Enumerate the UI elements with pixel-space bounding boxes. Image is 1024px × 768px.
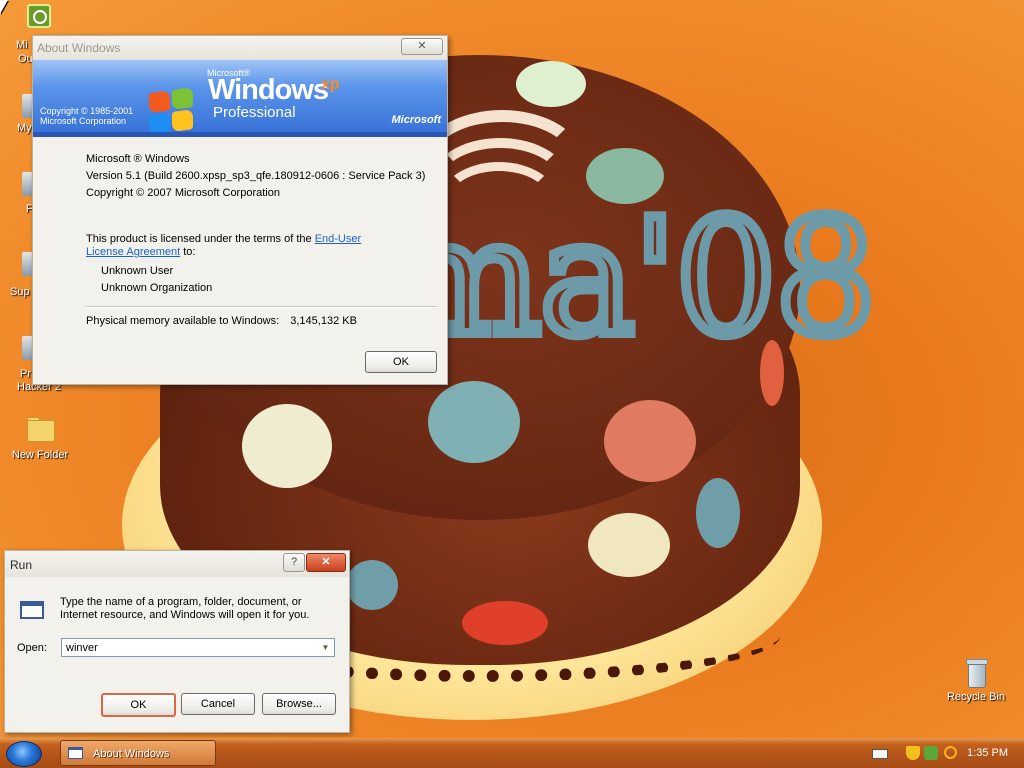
keyboard-icon[interactable] <box>872 749 888 759</box>
open-combobox[interactable]: winver ▼ <box>61 638 335 657</box>
banner-xp-wordmark: xp <box>321 76 340 93</box>
recycle-bin-icon <box>960 656 992 688</box>
messenger-icon[interactable] <box>27 4 51 28</box>
licensed-user: Unknown User <box>101 265 174 277</box>
divider <box>85 306 437 308</box>
eula-link[interactable]: End-User <box>315 233 361 245</box>
cake-dot <box>346 560 398 610</box>
window-title: Run <box>10 558 33 572</box>
banner-edition: Professional <box>213 104 296 121</box>
licensed-organization: Unknown Organization <box>101 282 213 294</box>
microsoft-logo: Microsoft <box>391 114 442 126</box>
help-button[interactable]: ? <box>283 553 305 572</box>
banner-copyright: Copyright © 1985-2001 Microsoft Corporat… <box>40 106 134 126</box>
cake-dot <box>604 400 696 482</box>
ok-button[interactable]: OK <box>365 351 437 373</box>
taskbar-button-about-windows[interactable]: About Windows <box>60 740 216 766</box>
network-icon[interactable] <box>924 746 938 760</box>
windows-flag-logo <box>149 87 195 137</box>
desktop-icon-label-partial[interactable]: Pr <box>20 368 31 380</box>
license-text: This product is licensed under the terms… <box>86 233 362 258</box>
banner-windows-wordmark: Windows <box>208 74 329 106</box>
close-button[interactable]: ✕ <box>306 553 346 572</box>
product-name: Microsoft ® Windows <box>86 153 190 165</box>
run-description: Type the name of a program, folder, docu… <box>60 596 310 621</box>
title-bar[interactable]: About Windows ✕ <box>33 36 447 60</box>
system-tray: 1:35 PM <box>860 740 1024 766</box>
shield-icon[interactable] <box>906 746 920 760</box>
cake-dot <box>462 601 548 645</box>
version-text: Version 5.1 (Build 2600.xpsp_sp3_qfe.180… <box>86 170 426 182</box>
eula-link[interactable]: License Agreement <box>86 246 180 258</box>
cake-piped-text: ma'08 <box>385 184 882 371</box>
cancel-button[interactable]: Cancel <box>181 693 255 715</box>
memory-value: 3,145,132 KB <box>290 315 357 327</box>
clock[interactable]: 1:35 PM <box>967 747 1008 759</box>
close-button[interactable]: ✕ <box>401 38 443 55</box>
open-input-value[interactable]: winver <box>66 642 98 654</box>
cake-dot <box>242 404 332 488</box>
windows-xp-banner: Microsoft® Windows xp Professional Copyr… <box>33 60 447 137</box>
cake-dot <box>516 61 586 107</box>
desktop-icon-label-partial[interactable]: Mi <box>16 39 28 51</box>
taskbar-button-label: About Windows <box>93 748 170 760</box>
memory-row: Physical memory available to Windows: 3,… <box>33 315 447 327</box>
desktop-icon-label: New Folder <box>11 449 69 461</box>
window-title: About Windows <box>37 41 121 55</box>
copyright-text: Copyright © 2007 Microsoft Corporation <box>86 187 280 199</box>
open-label: Open: <box>17 642 47 654</box>
desktop-icon-label-partial[interactable]: Ou <box>18 53 33 65</box>
about-windows-dialog: About Windows ✕ Microsoft® Windows xp Pr… <box>32 35 448 385</box>
desktop-icon-new-folder[interactable]: New Folder <box>1 414 79 461</box>
start-button[interactable] <box>6 741 42 767</box>
search-icon[interactable] <box>944 746 957 759</box>
title-bar[interactable]: Run ? ✕ <box>5 551 349 577</box>
window-icon <box>68 747 83 759</box>
about-body: Microsoft ® Windows Version 5.1 (Build 2… <box>33 137 447 297</box>
desktop-icon-label-partial[interactable]: My <box>17 122 32 134</box>
desktop-icon-recycle-bin[interactable]: Recycle Bin <box>937 656 1015 703</box>
run-icon <box>17 599 47 623</box>
desktop-icon-label-partial[interactable]: Sup <box>10 286 30 298</box>
ok-button[interactable]: OK <box>101 693 176 717</box>
run-dialog: Run ? ✕ Type the name of a program, fold… <box>4 550 350 733</box>
mouse-cursor <box>0 0 8 14</box>
dropdown-arrow-icon[interactable]: ▼ <box>317 639 334 656</box>
folder-icon <box>24 414 56 446</box>
memory-label: Physical memory available to Windows: <box>86 315 280 327</box>
cake-dot <box>588 513 670 577</box>
desktop-icon-label: Recycle Bin <box>946 691 1006 703</box>
banner-band <box>33 132 447 137</box>
browse-button[interactable]: Browse... <box>262 693 336 715</box>
cake-dot <box>696 478 740 548</box>
cake-dot <box>428 381 520 463</box>
